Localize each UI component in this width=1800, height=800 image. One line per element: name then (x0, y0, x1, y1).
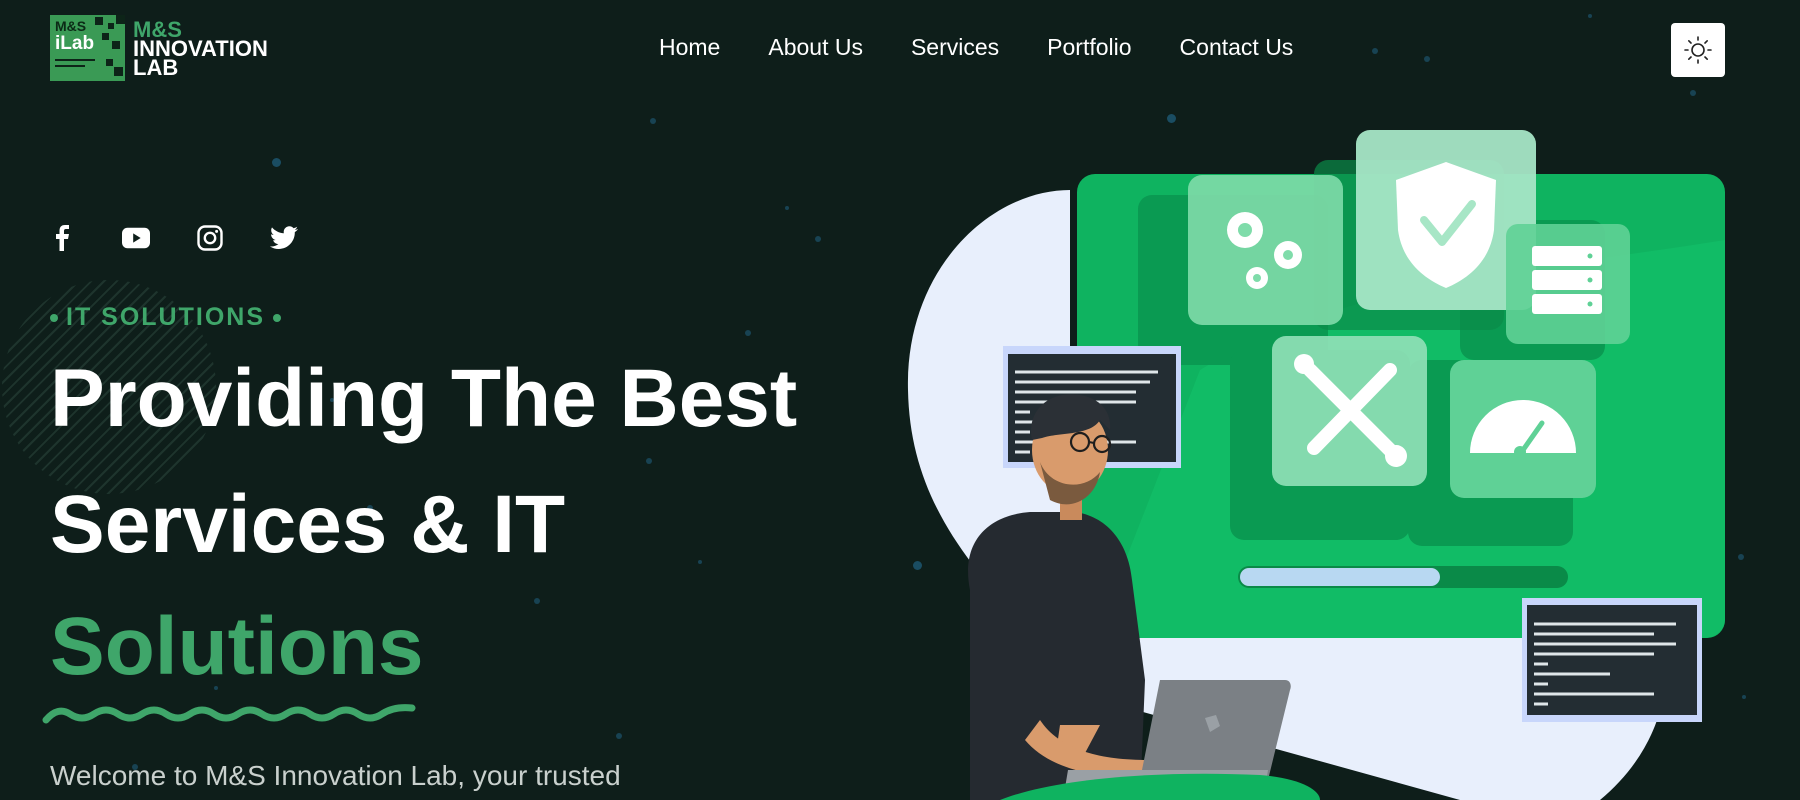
hero-tag-text: IT SOLUTIONS (66, 303, 265, 331)
nav-home[interactable]: Home (659, 34, 720, 61)
hero-title-line2: Services & IT (50, 479, 566, 570)
twitter-icon[interactable] (270, 224, 298, 252)
hero-title-line1: Providing The Best (50, 353, 798, 444)
youtube-icon[interactable] (122, 224, 150, 252)
logo-text: M&S INNOVATION LAB (133, 18, 268, 78)
nav-contact-us[interactable]: Contact Us (1180, 34, 1294, 61)
hero-welcome-text: Welcome to M&S Innovation Lab, your trus… (50, 760, 621, 791)
logo-badge-text-top: M&S (55, 18, 87, 34)
sun-icon (1684, 36, 1712, 64)
social-links (48, 224, 298, 252)
nav-about-us[interactable]: About Us (768, 34, 863, 61)
nav-portfolio[interactable]: Portfolio (1047, 34, 1131, 61)
main-nav: Home About Us Services Portfolio Contact… (659, 34, 1341, 61)
squiggle-underline (42, 704, 416, 724)
instagram-icon[interactable] (196, 224, 224, 252)
logo-badge-text-bottom: iLab (55, 33, 95, 54)
site-logo[interactable]: M&S iLab M&S INNOVATION LAB (50, 15, 268, 81)
facebook-icon[interactable] (48, 224, 76, 252)
it-services-illustration (907, 130, 1725, 800)
nav-services[interactable]: Services (911, 34, 999, 61)
tag-dot-right (273, 313, 281, 322)
tag-dot-left (50, 313, 58, 322)
logo-badge: M&S iLab (50, 15, 125, 81)
theme-toggle-button[interactable] (1671, 23, 1725, 77)
hero-tag: IT SOLUTIONS (50, 303, 281, 332)
hero-title-line3: Solutions (50, 601, 424, 692)
